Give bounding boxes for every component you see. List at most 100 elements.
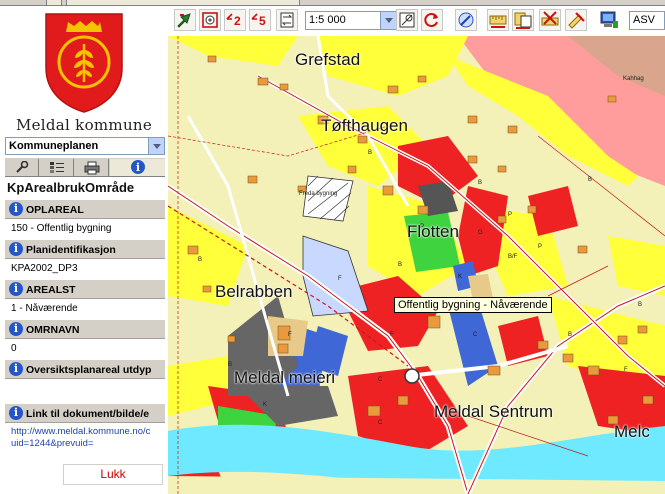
attribute-label: AREALST [26, 284, 76, 296]
svg-text:F: F [338, 276, 342, 282]
info-icon: i [9, 406, 23, 420]
close-button[interactable]: Lukk [63, 464, 163, 485]
refresh-button[interactable] [421, 9, 443, 31]
municipality-name: Meldal kommune [15, 116, 153, 134]
zoom-out-5x-label: 5 [259, 14, 266, 28]
svg-text:C: C [473, 332, 478, 338]
computer-button[interactable] [598, 9, 620, 31]
info-panel: KpArealbrukOmråde i OPLAREAL 150 - Offen… [5, 177, 165, 459]
legend-icon [49, 162, 64, 173]
map-layer-select-value: Kommuneplanen [9, 140, 99, 152]
pan-icon [177, 13, 191, 28]
svg-text:B: B [368, 150, 372, 156]
svg-text:B: B [198, 257, 202, 263]
left-panel: Meldal kommune Kommuneplanen i KpArealbr… [0, 6, 168, 494]
svg-text:B: B [568, 332, 572, 338]
place-label: Melc [614, 422, 650, 441]
attribute-header: i Oversiktsplanareal utdyp [5, 359, 165, 379]
swap-extent-button[interactable] [276, 9, 298, 31]
svg-text:B: B [228, 362, 232, 368]
svg-text:B: B [588, 177, 592, 183]
measure-area-icon [514, 12, 532, 29]
svg-text:B: B [398, 262, 402, 268]
draw-button[interactable] [565, 9, 587, 31]
svg-text:F: F [390, 332, 394, 338]
attribute-header: i Planidentifikasjon [5, 239, 165, 259]
select-object-icon [458, 12, 474, 28]
zoom-to-scale-icon [399, 12, 415, 28]
municipality-logo [45, 13, 123, 113]
svg-text:F: F [288, 332, 292, 338]
info-icon: i [130, 160, 145, 174]
map-view[interactable]: BBBB BPFB/F FFCK CCFP KBBB GPB Grefstad … [168, 36, 665, 494]
attribute-value: KPA2002_DP3 [11, 263, 78, 274]
map-small-label: Kahhag [623, 76, 644, 82]
zoom-in-icon [202, 12, 218, 28]
attribute-label: Planidentifikasjon [26, 244, 116, 256]
attribute-header: i OPLAREAL [5, 199, 165, 219]
info-icon: i [9, 362, 23, 376]
chevron-down-icon[interactable] [380, 12, 396, 29]
measure-distance-button[interactable] [487, 9, 509, 31]
attribute-header: i AREALST [5, 279, 165, 299]
svg-text:B: B [478, 180, 482, 186]
tab-print[interactable] [75, 159, 109, 176]
svg-text:P: P [508, 212, 512, 218]
svg-text:G: G [478, 230, 483, 236]
attribute-header: i OMRNAVN [5, 319, 165, 339]
zoom-out-2x-label: 2 [234, 14, 241, 28]
svg-text:C: C [378, 420, 383, 426]
map-canvas[interactable]: BBBB BPFB/F FFCK CCFP KBBB GPB [168, 36, 665, 494]
info-icon: i [9, 202, 23, 216]
attribute-value: 1 - Nåværende [11, 303, 78, 314]
info-icon: i [9, 242, 23, 256]
panel-tab-bar: i [5, 157, 165, 177]
printer-icon [84, 161, 99, 175]
attribute-label: OPLAREAL [26, 204, 84, 216]
svg-text:C: C [378, 377, 383, 383]
zoom-to-scale-button[interactable] [396, 9, 418, 31]
zoom-in-button[interactable] [199, 9, 221, 31]
pan-button[interactable] [174, 9, 196, 31]
document-link[interactable]: http://www.meldal.kommune.no/c [11, 426, 150, 437]
tab-legend[interactable] [40, 159, 74, 176]
place-label: Tøfthaugen [321, 116, 408, 135]
place-label: Grefstad [295, 50, 361, 69]
clear-measure-button[interactable] [539, 9, 561, 31]
svg-text:K: K [263, 402, 267, 408]
map-small-label: Freda bygning [299, 191, 338, 197]
select-object-button[interactable] [455, 9, 477, 31]
measure-distance-icon [489, 15, 507, 28]
measure-area-button[interactable] [512, 9, 534, 31]
map-tooltip: Offentlig bygning - Nåværende [394, 297, 552, 313]
attribute-value: 0 [11, 343, 17, 354]
zoom-out-5x-button[interactable]: 5 [249, 9, 271, 31]
search-field[interactable]: ASV [629, 11, 665, 30]
tab-tools[interactable] [5, 159, 39, 176]
computer-icon [600, 11, 618, 28]
scale-select[interactable]: 1:5 000 [305, 11, 397, 30]
attribute-label: Link til dokument/bilde/e [26, 408, 150, 420]
attribute-label: OMRNAVN [26, 324, 80, 336]
attribute-label: Oversiktsplanareal utdyp [26, 364, 152, 376]
attribute-value: 150 - Offentlig bygning [11, 223, 112, 234]
tab-info[interactable]: i [110, 159, 165, 176]
info-icon: i [9, 322, 23, 336]
swap-extent-icon [280, 12, 294, 28]
svg-text:P: P [538, 244, 542, 250]
chevron-down-icon[interactable] [148, 138, 164, 154]
map-layer-select[interactable]: Kommuneplanen [5, 137, 165, 155]
clear-measure-icon [541, 11, 559, 26]
svg-text:B/F: B/F [508, 254, 518, 260]
svg-text:B: B [638, 302, 642, 308]
map-toolbar: 2 5 1:5 000 ASV [168, 6, 665, 36]
zoom-out-2x-button[interactable]: 2 [224, 9, 246, 31]
object-title: KpArealbrukOmråde [7, 180, 135, 195]
draw-icon [568, 12, 585, 29]
place-label: Belrabben [215, 282, 293, 301]
scale-select-value: 1:5 000 [309, 14, 346, 26]
document-link-continued[interactable]: uid=1244&prevuid= [11, 438, 93, 449]
place-label: Meldal meieri [234, 368, 336, 387]
place-label: Meldal Sentrum [434, 402, 554, 421]
refresh-icon [424, 13, 438, 27]
